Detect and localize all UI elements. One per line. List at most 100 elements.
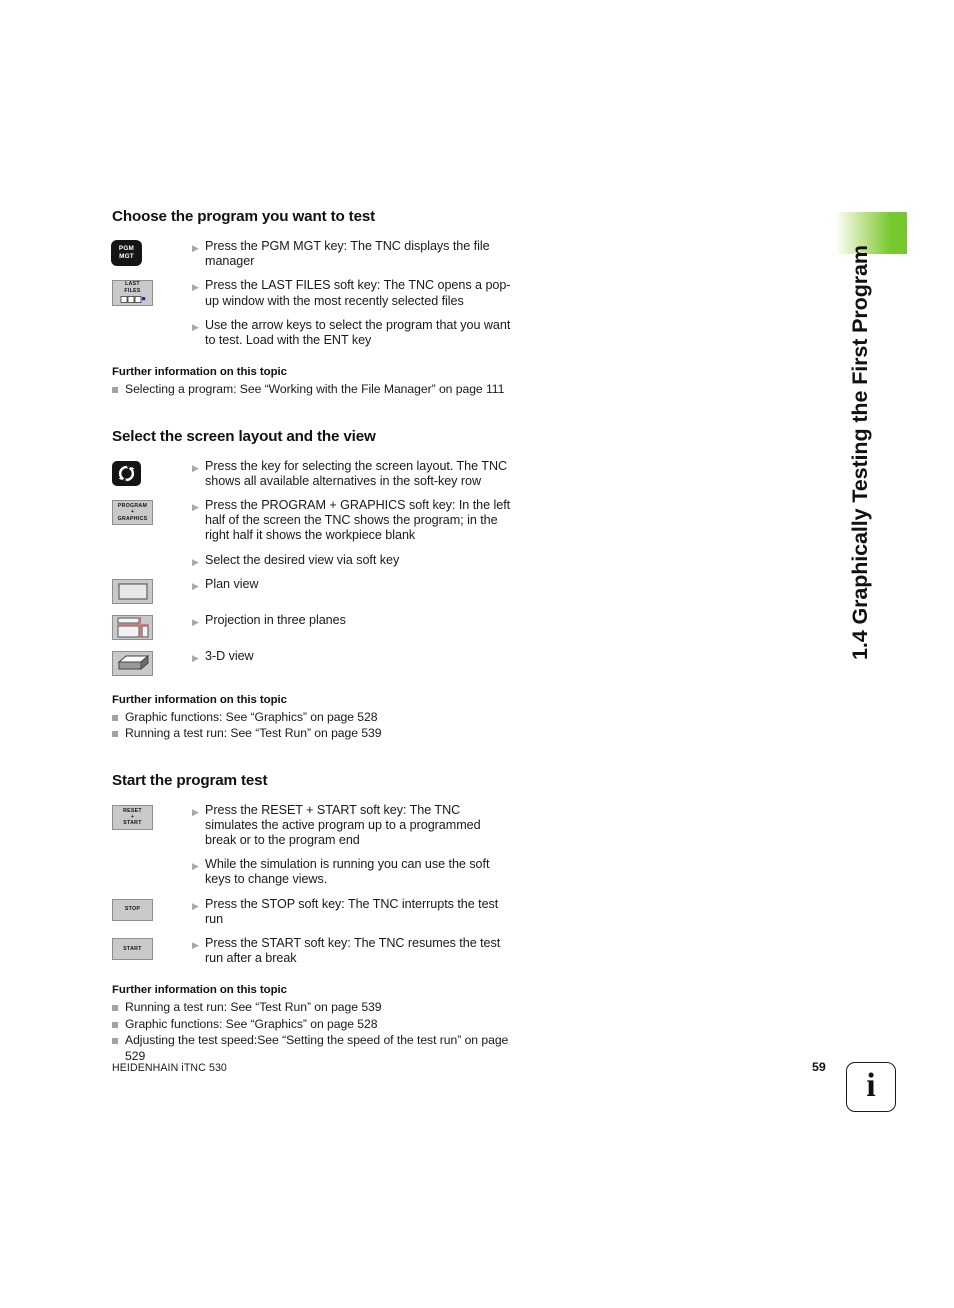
- step-key-cell: [112, 318, 192, 320]
- content-section: Choose the program you want to test PGM MG…: [112, 208, 512, 398]
- further-information-item[interactable]: Running a test run: See “Test Run” on pa…: [112, 1000, 512, 1015]
- step-text: 3-D view: [205, 648, 254, 663]
- key-label-line: GRAPHICS: [117, 515, 148, 522]
- step-bullet-triangle-icon: ▶: [192, 806, 199, 817]
- key-label-line: START: [123, 945, 142, 952]
- screen-layout-loop-icon: [118, 465, 135, 481]
- further-information-item[interactable]: Graphic functions: See “Graphics” on pag…: [112, 710, 512, 725]
- step-list: ▶ Press the key for selecting the screen …: [112, 459, 512, 676]
- step-text-cell: ▶ Press the STOP soft key: The TNC interr…: [192, 897, 512, 927]
- plan-view-icon: [117, 583, 148, 600]
- step-bullet-triangle-icon: ▶: [192, 861, 199, 872]
- step-text: Projection in three planes: [205, 612, 346, 627]
- step-bullet-triangle-icon: ▶: [192, 940, 199, 951]
- step-row: ▶ Projection in three planes: [112, 613, 512, 640]
- reset-start-softkey[interactable]: RESET + START: [112, 804, 153, 830]
- further-information-item[interactable]: Running a test run: See “Test Run” on pa…: [112, 726, 512, 741]
- last-files-softkey[interactable]: LAST FILES: [112, 280, 153, 307]
- step-key-cell: [112, 577, 192, 604]
- step-text-cell: ▶ Select the desired view via soft key: [192, 553, 512, 568]
- step-text: Press the START soft key: The TNC resume…: [205, 936, 501, 966]
- content-section: Start the program test RESET + START ▶ Press …: [112, 772, 512, 1064]
- step-text-cell: ▶ While the simulation is running you can…: [192, 857, 512, 887]
- three-planes-icon: [116, 616, 149, 638]
- file-stack-icon: [120, 295, 146, 305]
- section-heading: Select the screen layout and the view: [112, 427, 376, 445]
- step-bullet-triangle-icon: ▶: [192, 321, 199, 332]
- page-number: 59: [812, 1060, 826, 1074]
- step-text-cell: ▶ Press the LAST FILES soft key: The TNC …: [192, 278, 512, 308]
- step-bullet-triangle-icon: ▶: [192, 580, 199, 591]
- step-key-cell: [112, 613, 192, 640]
- step-row: ▶ Press the key for selecting the screen …: [112, 459, 512, 489]
- step-key-cell: [112, 553, 192, 555]
- step-text-cell: ▶ Press the PGM MGT key: The TNC displays…: [192, 239, 512, 269]
- step-text: Plan view: [205, 576, 259, 591]
- further-information-list: Selecting a program: See “Working with t…: [112, 382, 512, 397]
- step-text-cell: ▶ Use the arrow keys to select the progra…: [192, 318, 512, 348]
- step-row: START ▶ Press the START soft key: The TNC …: [112, 936, 512, 966]
- step-bullet-triangle-icon: ▶: [192, 900, 199, 911]
- further-information-item[interactable]: Adjusting the test speed:See “Setting th…: [112, 1033, 512, 1064]
- key-label-line: MGT: [119, 253, 134, 260]
- further-information-heading: Further information on this topic: [112, 366, 287, 379]
- key-label-line: START: [123, 820, 142, 827]
- chapter-title: 1.4 Graphically Testing the First Progra…: [848, 245, 872, 660]
- step-text-cell: ▶ Press the START soft key: The TNC resum…: [192, 936, 512, 966]
- step-key-cell: [112, 857, 192, 859]
- step-bullet-triangle-icon: ▶: [192, 282, 199, 293]
- section-heading: Choose the program you want to test: [112, 208, 376, 225]
- step-key-cell: PROGRAM + GRAPHICS: [112, 498, 192, 526]
- further-information-item[interactable]: Selecting a program: See “Working with t…: [112, 382, 512, 397]
- step-bullet-triangle-icon: ▶: [192, 502, 199, 513]
- step-text: While the simulation is running you can …: [205, 857, 490, 887]
- step-bullet-triangle-icon: ▶: [192, 616, 199, 627]
- three-planes-softkey[interactable]: [112, 614, 153, 640]
- step-key-cell: START: [112, 936, 192, 961]
- screen-layout-key[interactable]: [112, 460, 141, 486]
- step-text: Select the desired view via soft key: [205, 552, 400, 567]
- step-list: PGM MGT ▶ Press the PGM MGT key: The TNC di…: [112, 239, 512, 348]
- step-list: RESET + START ▶ Press the RESET + START soft…: [112, 803, 512, 967]
- step-text: Use the arrow keys to select the program…: [205, 317, 511, 348]
- step-text-cell: ▶ Press the key for selecting the screen …: [192, 459, 512, 489]
- further-information-item[interactable]: Graphic functions: See “Graphics” on pag…: [112, 1017, 512, 1032]
- key-label-line: FILES: [124, 287, 141, 294]
- step-bullet-triangle-icon: ▶: [192, 652, 199, 663]
- step-row: STOP ▶ Press the STOP soft key: The TNC in…: [112, 897, 512, 927]
- step-key-cell: PGM MGT: [112, 239, 192, 265]
- step-text: Press the RESET + START soft key: The TN…: [205, 802, 481, 848]
- step-bullet-triangle-icon: ▶: [192, 462, 199, 473]
- step-key-cell: [112, 649, 192, 676]
- step-text: Press the PROGRAM + GRAPHICS soft key: I…: [205, 498, 511, 543]
- step-row: PROGRAM + GRAPHICS ▶ Press the PROGRAM + GRA…: [112, 498, 512, 544]
- step-bullet-triangle-icon: ▶: [192, 556, 199, 567]
- info-i-glyph: i: [866, 1067, 876, 1104]
- step-text-cell: ▶ Plan view: [192, 577, 512, 592]
- step-row: LAST FILES ▶ Press the LAST FILES soft key:…: [112, 278, 512, 308]
- step-row: RESET + START ▶ Press the RESET + START soft…: [112, 803, 512, 849]
- section-heading: Start the program test: [112, 771, 268, 789]
- footer-brand: HEIDENHAIN iTNC 530: [112, 1062, 227, 1074]
- pgm-mgt-key[interactable]: PGM MGT: [112, 241, 141, 265]
- step-row: ▶ 3-D view: [112, 649, 512, 676]
- step-bullet-triangle-icon: ▶: [192, 243, 199, 253]
- step-key-cell: STOP: [112, 897, 192, 921]
- plan-view-softkey[interactable]: [112, 578, 153, 604]
- stop-softkey[interactable]: STOP: [112, 898, 153, 921]
- further-information-list: Running a test run: See “Test Run” on pa…: [112, 1000, 512, 1064]
- three-d-view-softkey[interactable]: [112, 650, 153, 676]
- three-d-view-icon: [117, 655, 149, 671]
- further-information-list: Graphic functions: See “Graphics” on pag…: [112, 710, 512, 742]
- step-text: Press the STOP soft key: The TNC interru…: [205, 896, 499, 926]
- step-key-cell: [112, 459, 192, 486]
- step-row: ▶ Plan view: [112, 577, 512, 604]
- step-text: Press the PGM MGT key: The TNC displays …: [205, 239, 490, 269]
- program-graphics-softkey[interactable]: PROGRAM + GRAPHICS: [112, 500, 153, 526]
- key-label-line: PGM: [118, 245, 135, 253]
- step-text-cell: ▶ Projection in three planes: [192, 613, 512, 628]
- step-row: ▶ While the simulation is running you can…: [112, 857, 512, 887]
- key-label-line: STOP: [124, 906, 141, 913]
- start-softkey[interactable]: START: [112, 938, 153, 961]
- step-key-cell: LAST FILES: [112, 278, 192, 307]
